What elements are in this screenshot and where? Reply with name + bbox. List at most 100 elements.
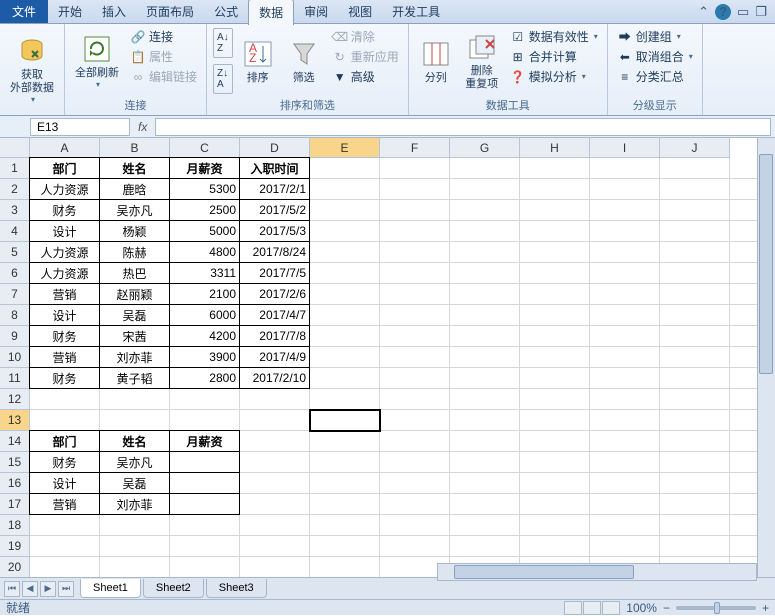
cell-I17[interactable]	[590, 494, 660, 515]
row-header-13[interactable]: 13	[0, 410, 30, 431]
tab-insert[interactable]: 插入	[92, 0, 136, 24]
cell-E7[interactable]	[310, 284, 380, 305]
cell-F13[interactable]	[380, 410, 450, 431]
cell-J1[interactable]	[660, 158, 730, 179]
cell-G19[interactable]	[450, 536, 520, 557]
minimize-ribbon-icon[interactable]: ⌃	[698, 4, 709, 20]
cell-H6[interactable]	[520, 263, 590, 284]
cell-C17[interactable]	[169, 493, 240, 515]
cell-D19[interactable]	[240, 536, 310, 557]
cell-J3[interactable]	[660, 200, 730, 221]
cell-G2[interactable]	[450, 179, 520, 200]
cell-H2[interactable]	[520, 179, 590, 200]
view-page-break-button[interactable]	[602, 601, 620, 615]
cell-B9[interactable]: 宋茜	[99, 325, 170, 347]
help-icon[interactable]: ?	[715, 4, 731, 20]
get-external-data-button[interactable]: 获取 外部数据▾	[6, 27, 58, 111]
cell-E13[interactable]	[310, 410, 380, 431]
col-header-I[interactable]: I	[590, 138, 660, 158]
cell-F16[interactable]	[380, 473, 450, 494]
cell-F2[interactable]	[380, 179, 450, 200]
cell-E17[interactable]	[310, 494, 380, 515]
cell-E2[interactable]	[310, 179, 380, 200]
cell-F3[interactable]	[380, 200, 450, 221]
cell-E6[interactable]	[310, 263, 380, 284]
zoom-in-button[interactable]: +	[762, 601, 769, 615]
cell-B20[interactable]	[100, 557, 170, 578]
cell-C16[interactable]	[169, 472, 240, 494]
cell-B1[interactable]: 姓名	[99, 157, 170, 179]
data-validation-button[interactable]: ☑数据有效性▾	[507, 27, 601, 46]
cell-H15[interactable]	[520, 452, 590, 473]
consolidate-button[interactable]: ⊞合并计算	[507, 47, 601, 66]
cell-H12[interactable]	[520, 389, 590, 410]
cell-F8[interactable]	[380, 305, 450, 326]
row-header-10[interactable]: 10	[0, 347, 30, 368]
col-header-H[interactable]: H	[520, 138, 590, 158]
row-header-3[interactable]: 3	[0, 200, 30, 221]
vertical-scrollbar[interactable]	[757, 138, 775, 577]
subtotal-button[interactable]: ≡分类汇总	[614, 67, 696, 86]
cell-B15[interactable]: 吴亦凡	[99, 451, 170, 473]
tab-home[interactable]: 开始	[48, 0, 92, 24]
cell-H17[interactable]	[520, 494, 590, 515]
cell-J8[interactable]	[660, 305, 730, 326]
row-header-19[interactable]: 19	[0, 536, 30, 557]
cell-B8[interactable]: 吴磊	[99, 304, 170, 326]
row-header-17[interactable]: 17	[0, 494, 30, 515]
cell-I19[interactable]	[590, 536, 660, 557]
cell-I9[interactable]	[590, 326, 660, 347]
cell-I3[interactable]	[590, 200, 660, 221]
cell-E9[interactable]	[310, 326, 380, 347]
cell-H3[interactable]	[520, 200, 590, 221]
row-header-16[interactable]: 16	[0, 473, 30, 494]
tab-layout[interactable]: 页面布局	[136, 0, 204, 24]
cell-H19[interactable]	[520, 536, 590, 557]
cell-I14[interactable]	[590, 431, 660, 452]
cell-A1[interactable]: 部门	[29, 157, 100, 179]
cell-I13[interactable]	[590, 410, 660, 431]
cell-E15[interactable]	[310, 452, 380, 473]
zoom-out-button[interactable]: −	[663, 601, 670, 615]
cell-D15[interactable]	[240, 452, 310, 473]
properties-button[interactable]: 📋属性	[127, 47, 200, 66]
hscroll-thumb[interactable]	[454, 565, 634, 579]
row-header-4[interactable]: 4	[0, 221, 30, 242]
cell-J6[interactable]	[660, 263, 730, 284]
cell-F9[interactable]	[380, 326, 450, 347]
cell-D10[interactable]: 2017/4/9	[239, 346, 310, 368]
cell-C1[interactable]: 月薪资	[169, 157, 240, 179]
cell-A9[interactable]: 财务	[29, 325, 100, 347]
connections-button[interactable]: 🔗连接	[127, 27, 200, 46]
cell-J17[interactable]	[660, 494, 730, 515]
cell-F1[interactable]	[380, 158, 450, 179]
tab-nav-next[interactable]: ▶	[40, 581, 56, 597]
cell-G14[interactable]	[450, 431, 520, 452]
cell-G1[interactable]	[450, 158, 520, 179]
cell-G15[interactable]	[450, 452, 520, 473]
cell-G4[interactable]	[450, 221, 520, 242]
cell-B14[interactable]: 姓名	[99, 430, 170, 452]
cell-I11[interactable]	[590, 368, 660, 389]
cell-B6[interactable]: 热巴	[99, 262, 170, 284]
cell-J5[interactable]	[660, 242, 730, 263]
cell-H8[interactable]	[520, 305, 590, 326]
cell-I18[interactable]	[590, 515, 660, 536]
cell-H10[interactable]	[520, 347, 590, 368]
worksheet-grid[interactable]: ABCDEFGHIJ 12345678910111213141516171819…	[0, 138, 775, 590]
cell-B13[interactable]	[100, 410, 170, 431]
cell-F5[interactable]	[380, 242, 450, 263]
cell-G3[interactable]	[450, 200, 520, 221]
cell-E10[interactable]	[310, 347, 380, 368]
cell-C9[interactable]: 4200	[169, 325, 240, 347]
sheet-tab-3[interactable]: Sheet3	[206, 579, 267, 598]
cell-E19[interactable]	[310, 536, 380, 557]
row-header-15[interactable]: 15	[0, 452, 30, 473]
cell-F19[interactable]	[380, 536, 450, 557]
cell-E4[interactable]	[310, 221, 380, 242]
cell-C10[interactable]: 3900	[169, 346, 240, 368]
cell-D16[interactable]	[240, 473, 310, 494]
cell-A15[interactable]: 财务	[29, 451, 100, 473]
cell-B3[interactable]: 吴亦凡	[99, 199, 170, 221]
name-box[interactable]: E13	[30, 118, 130, 136]
